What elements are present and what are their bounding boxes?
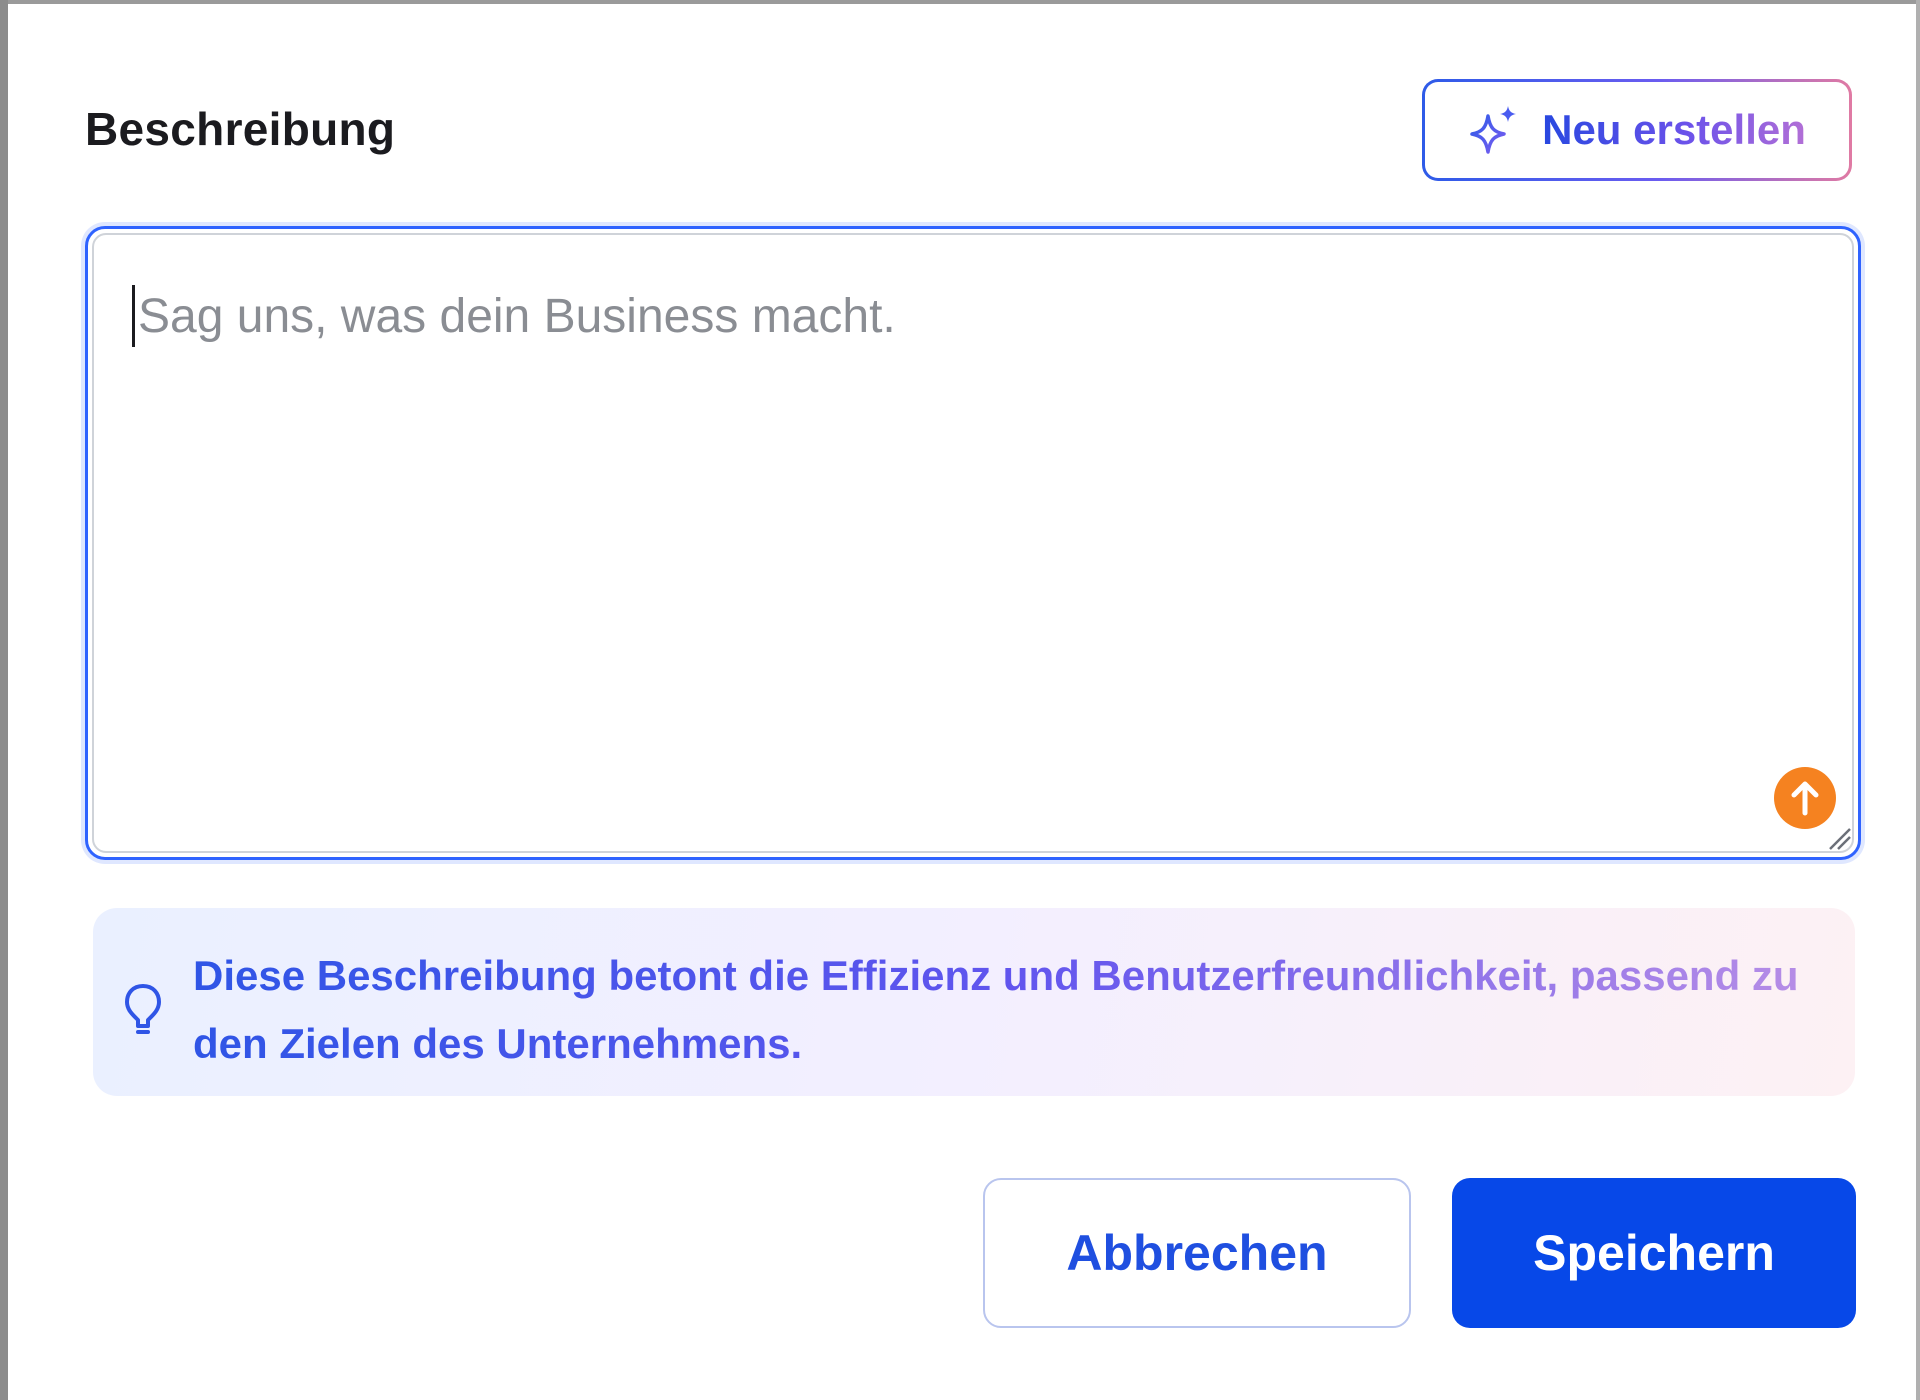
arrow-up-icon[interactable]: [1774, 767, 1836, 829]
window-right-edge: [1916, 0, 1920, 1400]
regenerate-button[interactable]: Neu erstellen: [1422, 79, 1852, 181]
description-placeholder: Sag uns, was dein Business macht.: [138, 290, 896, 343]
resize-handle[interactable]: [1824, 823, 1852, 851]
tip-box: Diese Beschreibung betont die Effizienz …: [93, 908, 1855, 1096]
tip-text: Diese Beschreibung betont die Effizienz …: [193, 942, 1833, 1078]
lightbulb-icon: [123, 982, 163, 1041]
window-left-edge: [0, 0, 8, 1400]
description-dialog: Beschreibung Neu erstellen Sag uns, was …: [8, 4, 1916, 1400]
description-textarea[interactable]: Sag uns, was dein Business macht.: [85, 226, 1861, 860]
regenerate-button-label: Neu erstellen: [1542, 106, 1806, 153]
sparkle-icon: [1468, 104, 1520, 156]
section-title: Beschreibung: [85, 103, 396, 155]
save-button[interactable]: Speichern: [1452, 1178, 1856, 1328]
cancel-button[interactable]: Abbrechen: [983, 1178, 1411, 1328]
text-caret: [132, 285, 135, 347]
